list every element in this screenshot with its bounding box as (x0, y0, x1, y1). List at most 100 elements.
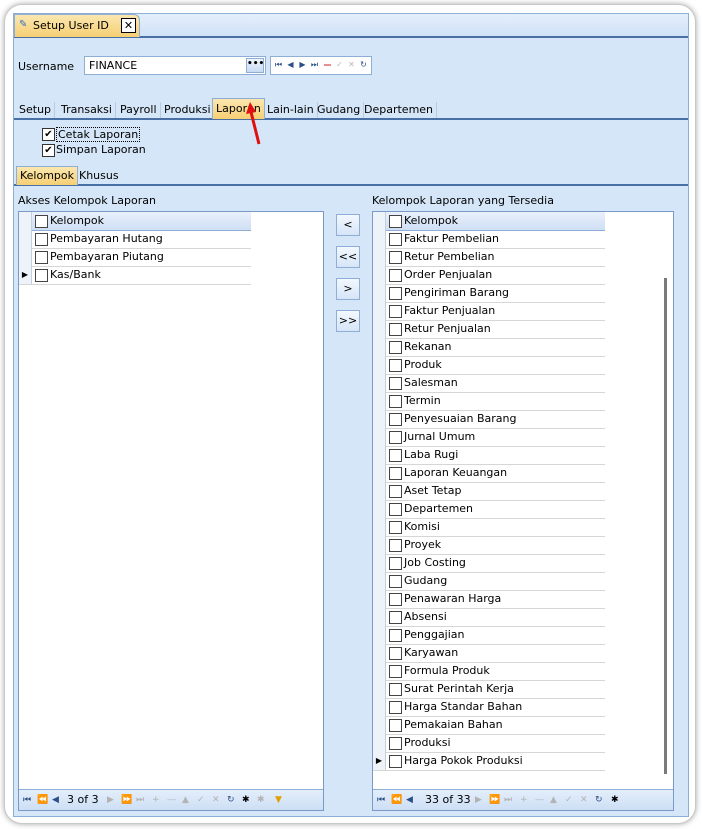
row-checkbox[interactable] (389, 431, 402, 444)
table-row[interactable]: Termin (373, 392, 605, 411)
row-checkbox[interactable] (35, 233, 48, 246)
row-checkbox[interactable] (389, 467, 402, 480)
document-tab[interactable]: ✎ Setup User ID ✕ (14, 14, 140, 37)
post-record-icon[interactable]: ✓ (565, 793, 573, 807)
left-grid[interactable]: Kelompok Pembayaran Hutang Pembayaran Piu… (18, 211, 324, 811)
tab-departemen[interactable]: Departemen (361, 102, 438, 118)
row-checkbox[interactable] (389, 647, 402, 660)
username-field[interactable]: FINANCE ••• (84, 56, 266, 75)
right-grid-scrollbar[interactable] (664, 278, 667, 774)
edit-record-icon[interactable]: ▲ (550, 793, 557, 807)
refresh-icon[interactable]: ↻ (227, 793, 235, 807)
row-checkbox[interactable] (35, 251, 48, 264)
row-checkbox[interactable] (389, 719, 402, 732)
table-row[interactable]: Rekanan (373, 338, 605, 357)
table-row[interactable]: Formula Produk (373, 662, 605, 681)
tab-produksi[interactable]: Produksi (161, 102, 215, 118)
row-checkbox[interactable] (389, 539, 402, 552)
table-row[interactable]: Produk (373, 356, 605, 375)
table-row[interactable]: Retur Pembelian (373, 248, 605, 267)
row-checkbox[interactable] (389, 269, 402, 282)
username-lookup-button[interactable]: ••• (246, 58, 264, 73)
row-checkbox[interactable] (389, 683, 402, 696)
row-checkbox[interactable] (389, 503, 402, 516)
refresh-icon[interactable]: ↻ (358, 58, 369, 71)
row-checkbox[interactable] (389, 305, 402, 318)
filter-icon[interactable]: ▼ (275, 793, 282, 807)
last-record-icon[interactable]: ⏭ (309, 58, 320, 71)
right-grid-header[interactable]: Kelompok (373, 212, 605, 231)
table-row[interactable]: Jurnal Umum (373, 428, 605, 447)
first-record-icon[interactable]: ⏮ (23, 793, 31, 807)
table-row[interactable]: Proyek (373, 536, 605, 555)
table-row[interactable]: Job Costing (373, 554, 605, 573)
bookmark-icon[interactable]: ✱ (242, 793, 250, 807)
row-checkbox[interactable] (389, 701, 402, 714)
row-checkbox[interactable] (389, 737, 402, 750)
tab-gudang[interactable]: Gudang (314, 102, 365, 118)
table-row[interactable]: ▶ Harga Pokok Produksi (373, 752, 605, 771)
post-record-icon[interactable]: ✓ (197, 793, 205, 807)
tab-setup[interactable]: Setup (16, 102, 56, 118)
table-row[interactable]: Penyesuaian Barang (373, 410, 605, 429)
tab-khusus[interactable]: Khusus (76, 168, 122, 184)
prev-record-icon[interactable]: ◀ (52, 793, 59, 807)
delete-record-icon[interactable]: — (535, 793, 544, 807)
table-row[interactable]: Harga Standar Bahan (373, 698, 605, 717)
cancel-record-icon[interactable]: ✕ (212, 793, 220, 807)
row-checkbox[interactable] (389, 521, 402, 534)
row-checkbox[interactable] (389, 287, 402, 300)
table-row[interactable]: ▶ Kas/Bank (19, 266, 251, 285)
row-checkbox[interactable] (389, 395, 402, 408)
left-grid-header[interactable]: Kelompok (19, 212, 251, 231)
table-row[interactable]: Salesman (373, 374, 605, 393)
bookmark-icon[interactable]: ✱ (611, 793, 619, 807)
table-row[interactable]: Pembayaran Piutang (19, 248, 251, 267)
row-checkbox[interactable] (389, 755, 402, 768)
row-checkbox[interactable] (389, 557, 402, 570)
left-select-all-checkbox[interactable] (35, 215, 48, 228)
refresh-icon[interactable]: ↻ (595, 793, 603, 807)
table-row[interactable]: Surat Perintah Kerja (373, 680, 605, 699)
right-select-all-checkbox[interactable] (389, 215, 402, 228)
prev-record-icon[interactable]: ◀ (406, 793, 413, 807)
next-record-icon[interactable]: ▶ (107, 793, 114, 807)
move-all-left-button[interactable]: << (336, 246, 360, 268)
tab-lain-lain[interactable]: Lain-lain (264, 102, 318, 118)
table-row[interactable]: Gudang (373, 572, 605, 591)
table-row[interactable]: Produksi (373, 734, 605, 753)
goto-bookmark-icon[interactable]: ✱ (257, 793, 265, 807)
row-checkbox[interactable] (35, 269, 48, 282)
cancel-record-icon[interactable]: ✕ (346, 58, 357, 71)
table-row[interactable]: Order Penjualan (373, 266, 605, 285)
tab-transaksi[interactable]: Transaksi (58, 102, 116, 118)
first-record-icon[interactable]: ⏮ (273, 58, 284, 71)
last-record-icon[interactable]: ⏭ (136, 793, 144, 807)
table-row[interactable]: Pemakaian Bahan (373, 716, 605, 735)
row-checkbox[interactable] (389, 341, 402, 354)
table-row[interactable]: Aset Tetap (373, 482, 605, 501)
table-row[interactable]: Laporan Keuangan (373, 464, 605, 483)
row-checkbox[interactable] (389, 359, 402, 372)
post-record-icon[interactable]: ✓ (334, 58, 345, 71)
simpan-laporan-checkbox[interactable]: ✔ (42, 144, 55, 157)
move-all-right-button[interactable]: >> (336, 310, 360, 332)
table-row[interactable]: Pengiriman Barang (373, 284, 605, 303)
last-record-icon[interactable]: ⏭ (504, 793, 512, 807)
row-checkbox[interactable] (389, 485, 402, 498)
insert-record-icon[interactable]: + (520, 793, 528, 807)
table-row[interactable]: Faktur Pembelian (373, 230, 605, 249)
delete-record-icon[interactable]: — (167, 793, 176, 807)
table-row[interactable]: Departemen (373, 500, 605, 519)
first-record-icon[interactable]: ⏮ (377, 793, 385, 807)
table-row[interactable]: Karyawan (373, 644, 605, 663)
cetak-laporan-checkbox[interactable]: ✔ (42, 128, 55, 141)
delete-record-icon[interactable]: — (322, 58, 333, 71)
prev-page-icon[interactable]: ⏪ (37, 793, 48, 807)
next-record-icon[interactable]: ▶ (297, 58, 308, 71)
table-row[interactable]: Laba Rugi (373, 446, 605, 465)
table-row[interactable]: Pembayaran Hutang (19, 230, 251, 249)
table-row[interactable]: Komisi (373, 518, 605, 537)
row-checkbox[interactable] (389, 575, 402, 588)
prev-page-icon[interactable]: ⏪ (391, 793, 402, 807)
